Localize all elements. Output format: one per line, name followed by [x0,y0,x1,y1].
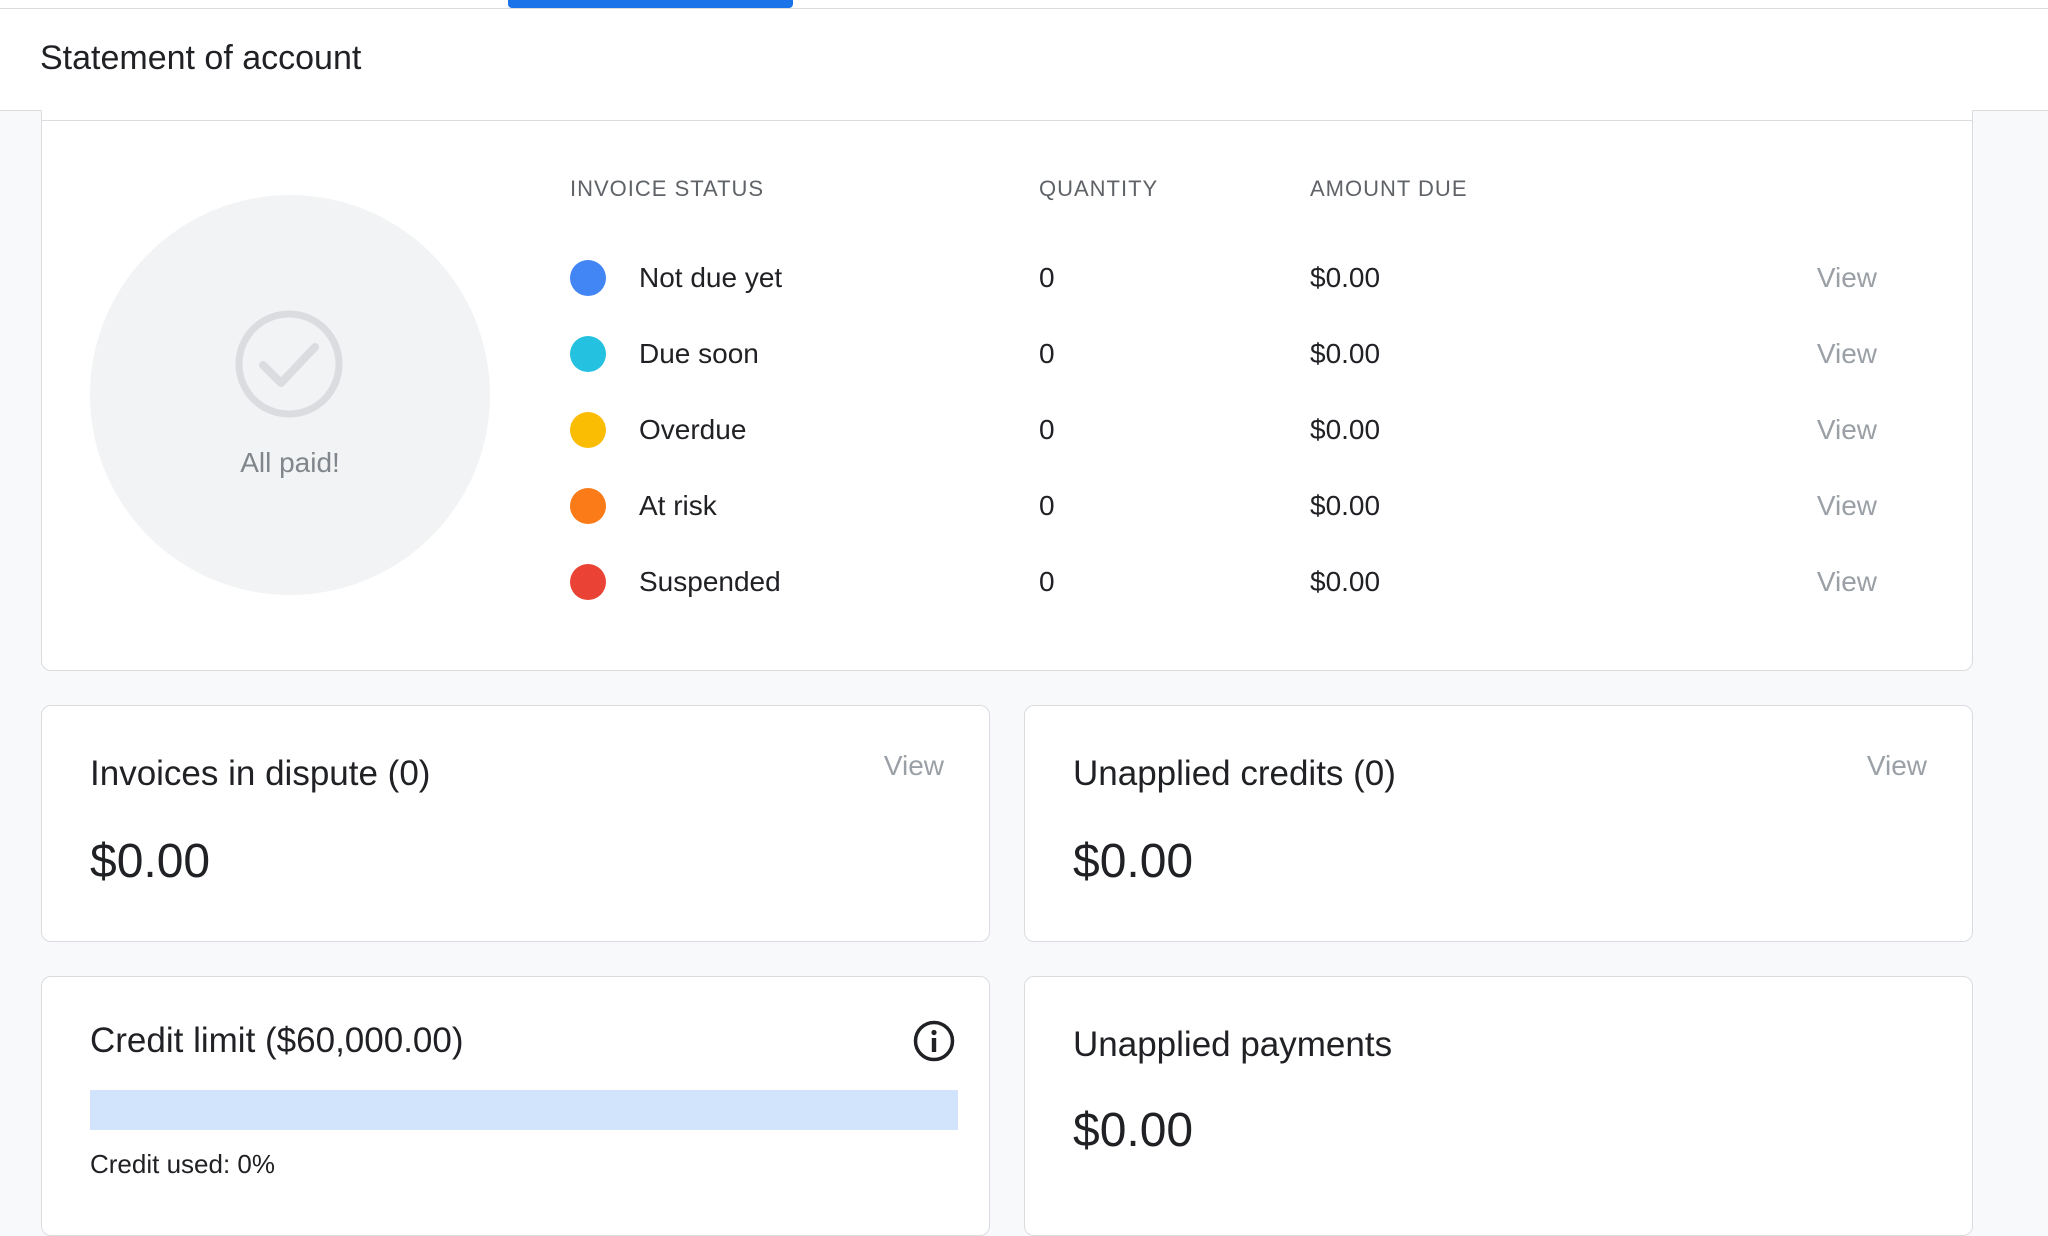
status-dot [570,412,606,448]
invoice-status-card: All paid! INVOICE STATUS QUANTITY AMOUNT… [41,110,1973,671]
credits-amount: $0.00 [1073,835,1194,888]
status-quantity: 0 [1039,338,1055,369]
credit-usage-bar [90,1090,958,1130]
status-dot [570,488,606,524]
status-row-due-soon: Due soon 0 $0.00 View [42,328,1974,378]
dispute-amount: $0.00 [90,835,211,888]
page-header: Statement of account [0,9,2048,111]
page-title: Statement of account [40,39,362,77]
credit-limit-card: Credit limit ($60,000.00) Credit used: 0… [41,976,990,1236]
view-disputes-link[interactable]: View [884,750,944,782]
status-dot [570,260,606,296]
credit-used-label: Credit used: 0% [90,1149,275,1179]
view-at-risk-link[interactable]: View [1817,490,1877,522]
status-dot [570,336,606,372]
status-amount: $0.00 [1310,414,1381,445]
unapplied-payments-card: Unapplied payments $0.00 [1024,976,1973,1236]
invoice-status-header: INVOICE STATUS [570,176,765,201]
info-icon[interactable] [912,1019,956,1063]
view-credits-link[interactable]: View [1867,750,1927,782]
view-due-soon-link[interactable]: View [1817,338,1877,370]
invoices-in-dispute-card: Invoices in dispute (0) View $0.00 [41,705,990,942]
unapplied-credits-card: Unapplied credits (0) View $0.00 [1024,705,1973,942]
card-title: Unapplied credits (0) [1073,754,1396,793]
status-dot [570,564,606,600]
view-overdue-link[interactable]: View [1817,414,1877,446]
status-amount: $0.00 [1310,566,1381,597]
status-label: Suspended [639,566,781,597]
card-title: Unapplied payments [1073,1025,1393,1064]
status-amount: $0.00 [1310,338,1381,369]
status-quantity: 0 [1039,490,1055,521]
status-label: Overdue [639,414,747,445]
status-label: At risk [639,490,717,521]
view-suspended-link[interactable]: View [1817,566,1877,598]
quantity-header: QUANTITY [1039,176,1159,201]
status-amount: $0.00 [1310,262,1381,293]
active-tab-indicator [508,0,793,8]
payments-amount: $0.00 [1073,1104,1194,1157]
status-quantity: 0 [1039,262,1055,293]
status-label: Due soon [639,338,759,369]
tab-strip [0,0,2048,9]
status-quantity: 0 [1039,566,1055,597]
status-row-suspended: Suspended 0 $0.00 View [42,556,1974,606]
status-row-not-due-yet: Not due yet 0 $0.00 View [42,252,1974,302]
status-amount: $0.00 [1310,490,1381,521]
status-quantity: 0 [1039,414,1055,445]
status-row-at-risk: At risk 0 $0.00 View [42,480,1974,530]
status-row-overdue: Overdue 0 $0.00 View [42,404,1974,454]
card-title: Invoices in dispute (0) [90,754,431,793]
card-title: Credit limit ($60,000.00) [90,1021,464,1060]
view-not-due-yet-link[interactable]: View [1817,262,1877,294]
amount-due-header: AMOUNT DUE [1310,176,1468,201]
status-label: Not due yet [639,262,783,293]
